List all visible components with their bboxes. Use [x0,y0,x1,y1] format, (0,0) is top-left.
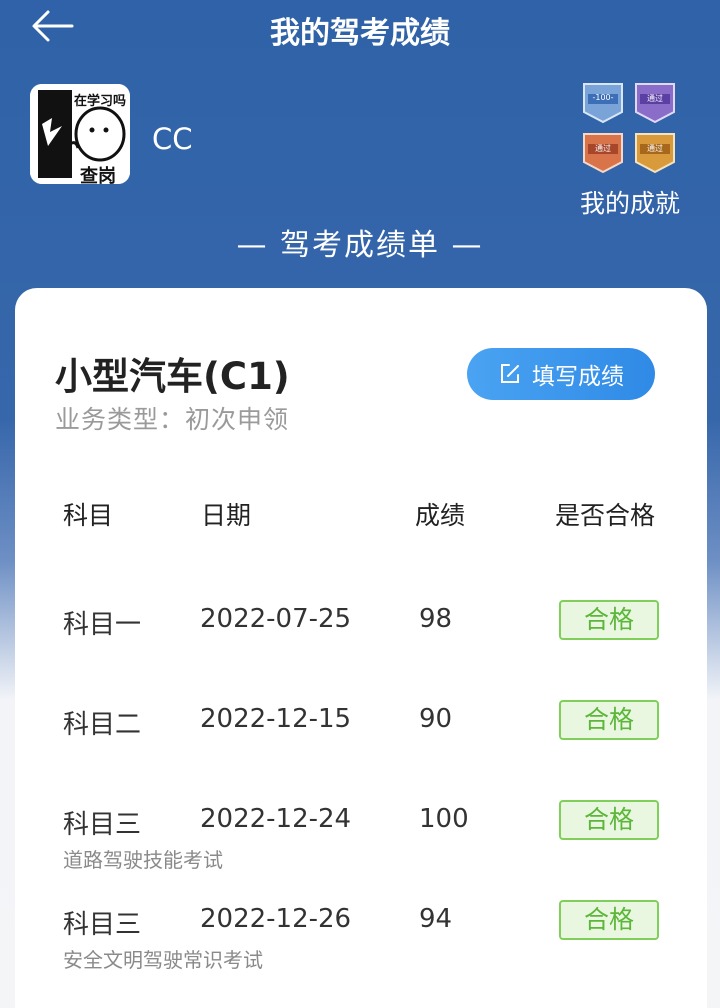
business-type: 业务类型：初次申领 [55,405,290,434]
fill-score-button[interactable]: 填写成绩 [467,348,655,400]
badge-label: 通过 [647,94,663,103]
badge-label: 通过 [647,144,663,153]
achievements-panel[interactable]: -100- 通过 通过 通过 我的成就 [566,80,694,220]
column-header-score: 成绩 [415,501,466,530]
pass-badge: 合格 [559,700,659,740]
pass-badge: 合格 [559,800,659,840]
avatar[interactable]: 在学习吗 查岗 [30,84,130,184]
row-date: 2022-12-15 [200,704,352,734]
row-subject: 科目二 [63,710,142,740]
row-note: 道路驾驶技能考试 [63,848,223,872]
fill-score-label: 填写成绩 [532,364,624,390]
pass-badge: 合格 [559,600,659,640]
vehicle-type-title: 小型汽车(C1) [55,355,290,398]
row-subject: 科目三 [63,910,142,940]
badge-label: -100- [592,93,614,102]
pass-badge: 合格 [559,900,659,940]
top-bar: 我的驾考成绩 [0,0,720,52]
row-date: 2022-12-24 [200,804,352,834]
row-subject: 科目三 [63,810,142,840]
badge-icon: 通过 [630,130,680,174]
avatar-caption-bottom: 查岗 [80,166,116,184]
badge-label: 通过 [595,144,611,153]
avatar-caption-top: 在学习吗 [74,94,127,109]
report-title: — 驾考成绩单 — [236,228,484,263]
row-score: 94 [419,904,453,934]
row-subject: 科目一 [63,610,142,640]
edit-icon [501,364,519,383]
badge-icon: 通过 [630,80,680,124]
achievements-label: 我的成就 [579,189,680,218]
username: CC [152,122,193,156]
row-score: 90 [419,704,453,734]
row-score: 100 [419,804,469,834]
score-card: 小型汽车(C1) 业务类型：初次申领 填写成绩 科目 日期 成绩 是否合格 科目… [15,288,707,1008]
badge-icon: -100- [578,80,628,124]
column-header-pass: 是否合格 [555,501,656,530]
page-title: 我的驾考成绩 [270,16,450,51]
column-header-date: 日期 [201,501,252,530]
row-date: 2022-12-26 [200,904,352,934]
row-note: 安全文明驾驶常识考试 [63,948,263,972]
column-header-subject: 科目 [63,501,114,530]
row-score: 98 [419,604,453,634]
badge-icon: 通过 [578,130,628,174]
row-date: 2022-07-25 [200,604,352,634]
